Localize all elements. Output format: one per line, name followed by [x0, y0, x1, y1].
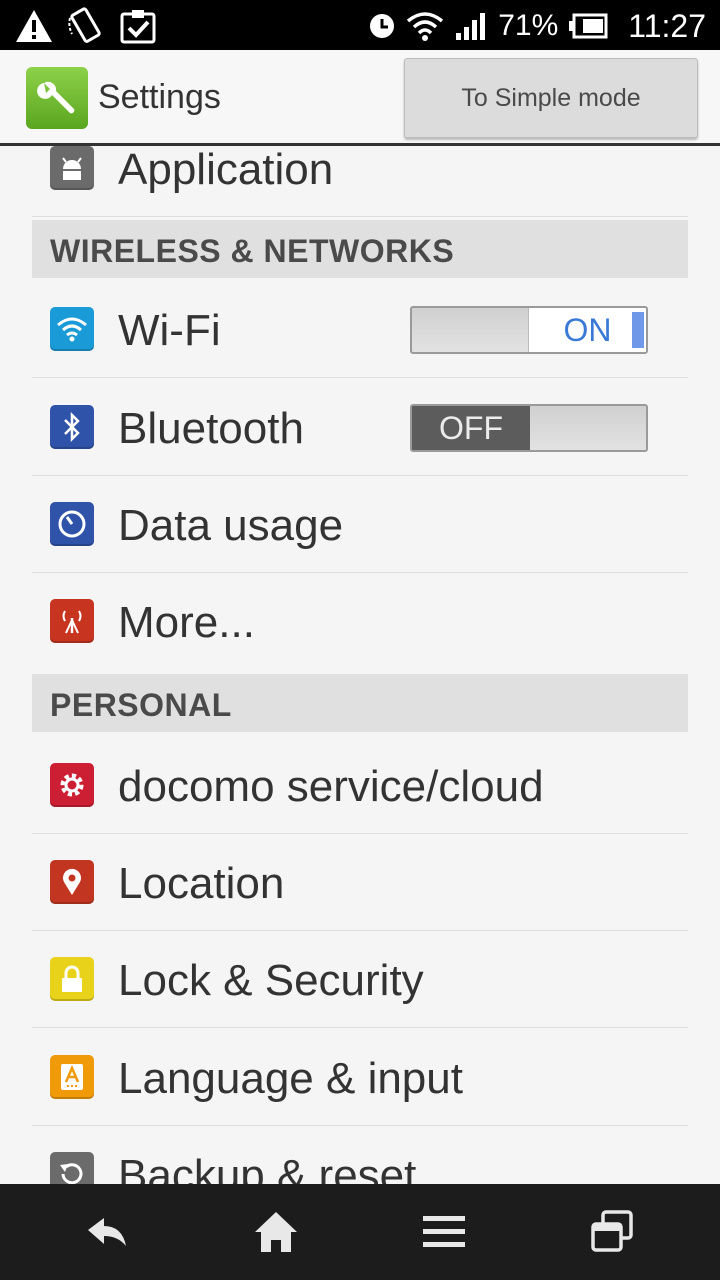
wifi-icon — [407, 12, 444, 41]
page-title: Settings — [98, 78, 221, 116]
settings-app-icon[interactable] — [26, 67, 88, 129]
back-button[interactable] — [78, 1202, 138, 1262]
list-item-bluetooth[interactable]: Bluetooth OFF — [32, 378, 688, 476]
section-header-personal: PERSONAL — [32, 674, 688, 732]
toggle-on-state: ON — [528, 308, 646, 352]
home-icon — [255, 1212, 297, 1252]
system-icons: 71% 11:27 — [368, 6, 706, 46]
toggle-indicator — [632, 312, 644, 348]
signal-icon — [456, 13, 486, 40]
data-usage-icon — [50, 502, 94, 546]
no-rotation-icon — [68, 7, 101, 43]
list-item-application[interactable]: Application — [32, 146, 688, 217]
list-item-location[interactable]: Location — [32, 833, 688, 931]
list-item-backup-reset[interactable]: Backup & reset — [32, 1125, 688, 1184]
action-bar: Settings To Simple mode — [0, 50, 720, 146]
back-icon — [88, 1218, 126, 1246]
section-title: PERSONAL — [50, 687, 232, 723]
clock: 11:27 — [628, 7, 706, 44]
backup-icon — [50, 1152, 94, 1184]
list-item-wifi[interactable]: Wi-Fi ON — [32, 280, 688, 378]
language-icon — [50, 1055, 94, 1099]
gear-icon — [50, 763, 94, 807]
menu-icon — [423, 1216, 465, 1247]
list-item-label: Application — [118, 146, 334, 194]
section-title: WIRELESS & NETWORKS — [50, 233, 455, 269]
recent-apps-button[interactable] — [582, 1202, 642, 1262]
location-pin-icon — [50, 860, 94, 904]
bluetooth-toggle[interactable]: OFF — [410, 404, 648, 452]
list-item-label: Lock & Security — [118, 956, 424, 1005]
status-bar: 71% 11:27 — [0, 0, 720, 50]
wrench-icon — [37, 81, 75, 114]
battery-icon — [569, 13, 608, 39]
wifi-toggle[interactable]: ON — [410, 306, 648, 354]
task-icon — [120, 10, 156, 44]
list-item-more[interactable]: More... — [32, 572, 688, 670]
list-item-label: Data usage — [118, 501, 344, 550]
list-item-docomo[interactable]: docomo service/cloud — [32, 736, 688, 834]
list-item-label: Location — [118, 859, 285, 908]
toggle-label: ON — [563, 311, 612, 348]
alarm-icon — [370, 14, 395, 38]
antenna-icon — [50, 599, 94, 643]
list-item-language-input[interactable]: Language & input — [32, 1028, 688, 1126]
toggle-label: OFF — [439, 409, 503, 446]
list-item-label: Language & input — [118, 1054, 463, 1103]
list-item-label: Backup & reset — [118, 1151, 417, 1184]
list-item-lock-security[interactable]: Lock & Security — [32, 930, 688, 1028]
wifi-icon — [50, 307, 94, 351]
home-button[interactable] — [246, 1202, 306, 1262]
list-item-label: Bluetooth — [118, 404, 304, 453]
list-item-label: Wi-Fi — [118, 306, 221, 355]
notification-icons — [14, 6, 158, 46]
android-icon — [50, 146, 94, 190]
section-header-wireless: WIRELESS & NETWORKS — [32, 220, 688, 278]
recent-apps-icon — [591, 1210, 633, 1252]
list-item-label: docomo service/cloud — [118, 762, 544, 811]
warning-icon — [16, 10, 52, 42]
simple-mode-button[interactable]: To Simple mode — [404, 58, 698, 138]
lock-icon — [50, 957, 94, 1001]
menu-button[interactable] — [414, 1202, 474, 1262]
battery-percent: 71% — [498, 9, 559, 42]
list-item-data-usage[interactable]: Data usage — [32, 475, 688, 573]
bluetooth-icon — [50, 405, 94, 449]
navigation-bar — [0, 1184, 720, 1280]
toggle-off-state: OFF — [412, 406, 530, 450]
settings-list[interactable]: Application WIRELESS & NETWORKS Wi-Fi ON — [0, 146, 720, 1184]
list-item-label: More... — [118, 598, 255, 647]
